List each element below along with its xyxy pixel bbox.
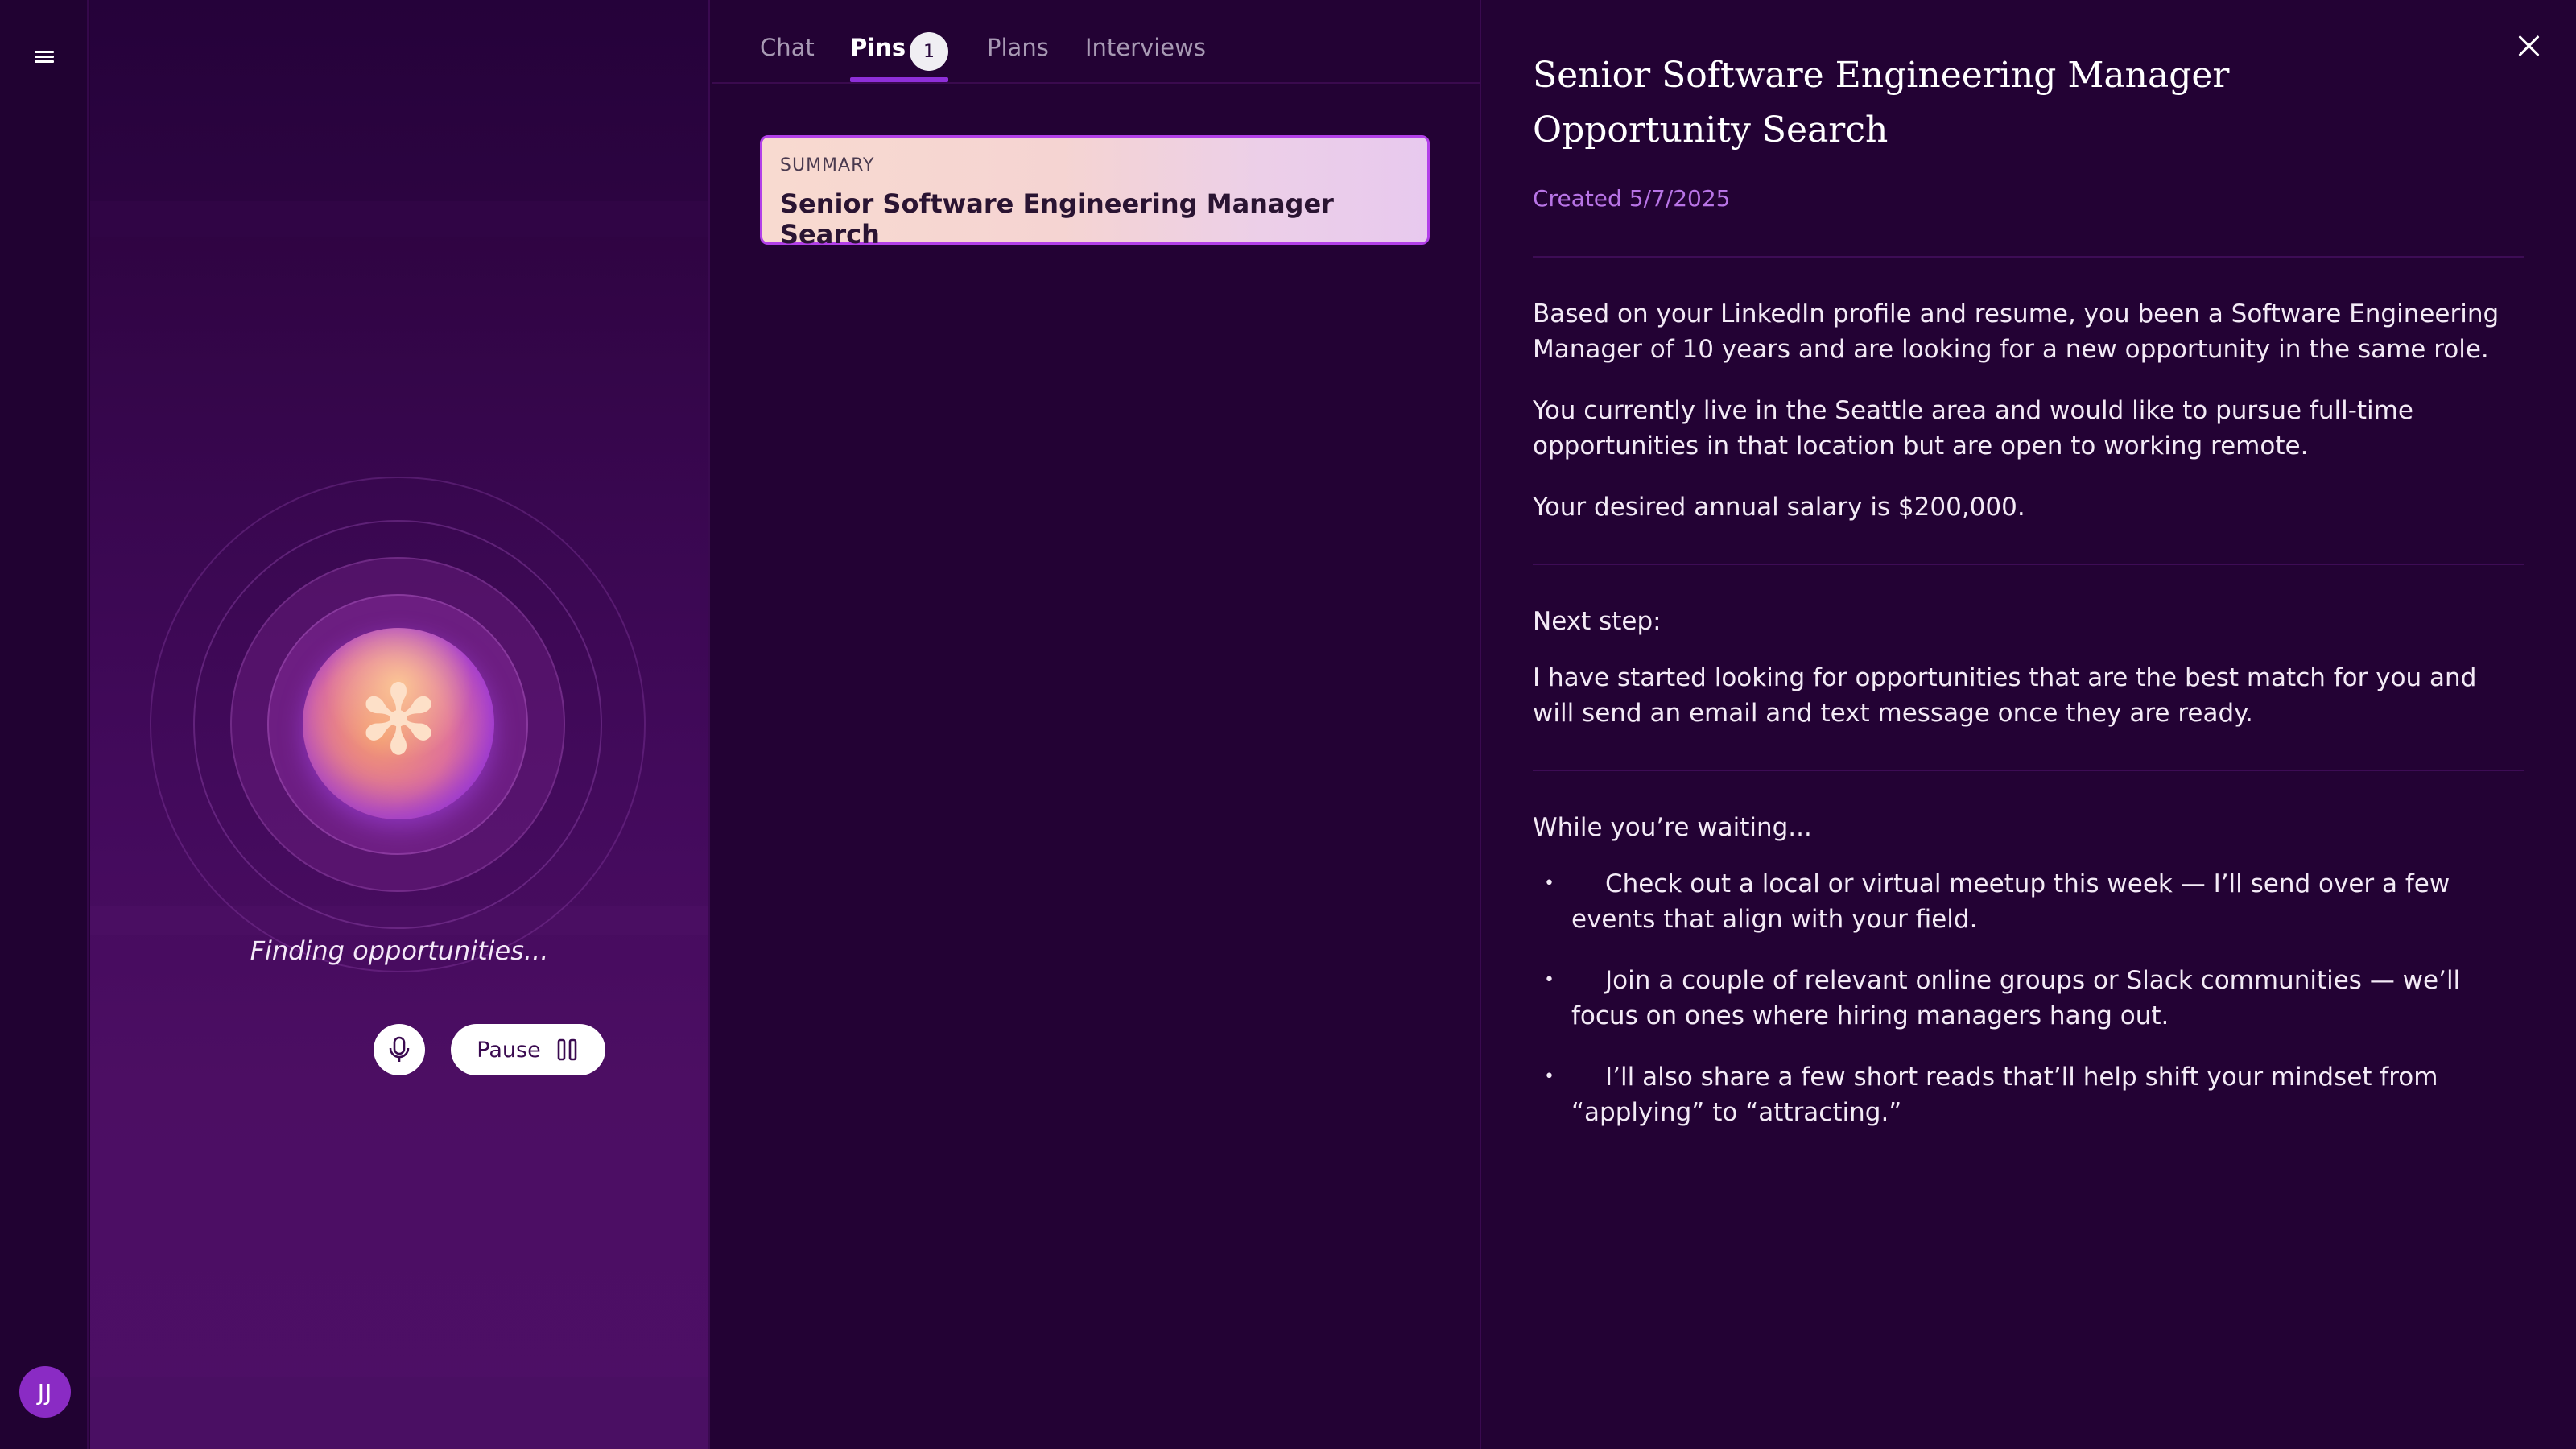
detail-created-date: Created 5/7/2025 [1533,185,1731,212]
pins-panel: Chat Pins 1 Plans Interviews SUMMARY Sen… [712,0,1481,1449]
detail-title: Senior Software Engineering Manager Oppo… [1533,55,2230,151]
bullet-dot: • [1544,1067,1554,1087]
next-step-heading: Next step: [1533,607,1662,636]
list-item-text: Check out a local or virtual meetup this… [1571,869,2450,934]
active-tab-indicator [850,77,948,82]
user-avatar[interactable]: JJ [19,1366,71,1418]
divider [1533,256,2524,258]
pause-icon [557,1038,577,1061]
summary-paragraph: You currently live in the Seattle area a… [1533,396,2413,460]
tab-interviews[interactable]: Interviews [1085,34,1206,82]
left-rail: JJ [0,0,89,1449]
pin-card-summary[interactable]: SUMMARY Senior Software Engineering Mana… [760,135,1430,250]
list-item-text: Join a couple of relevant online groups … [1571,966,2461,1030]
microphone-button[interactable] [374,1024,425,1075]
pin-detail-panel: Senior Software Engineering Manager Oppo… [1483,0,2576,1449]
tab-bar: Chat Pins 1 Plans Interviews [712,0,1480,84]
next-step-text: I have started looking for opportunities… [1533,663,2477,728]
hamburger-menu-icon[interactable] [31,47,58,68]
waiting-heading: While you’re waiting... [1533,813,1812,842]
close-icon[interactable] [2513,31,2544,61]
bullet-dot: • [1544,873,1554,894]
divider [1533,564,2524,565]
tab-plans[interactable]: Plans [987,34,1049,82]
summary-paragraph: Your desired annual salary is $200,000. [1533,493,2025,522]
bullet-dot: • [1544,970,1554,990]
agent-panel: ✻ Finding opportunities... Pause [90,0,710,1449]
pin-kicker: SUMMARY [780,155,875,175]
avatar-initials: JJ [37,1378,53,1406]
agent-orb: ✻ [303,628,494,819]
pin-title: Senior Software Engineering Manager Sear… [780,188,1334,250]
summary-paragraph: Based on your LinkedIn profile and resum… [1533,299,2500,364]
tab-chat[interactable]: Chat [760,34,815,82]
microphone-icon [389,1036,410,1062]
sparkle-icon: ✻ [357,665,440,777]
pins-count-badge: 1 [910,32,948,71]
tab-pins[interactable]: Pins [850,34,906,82]
list-item-text: I’ll also share a few short reads that’l… [1571,1063,2438,1127]
pause-label: Pause [477,1037,541,1063]
agent-status-text: Finding opportunities... [250,935,549,966]
pause-button[interactable]: Pause [451,1024,605,1075]
divider [1533,770,2524,771]
